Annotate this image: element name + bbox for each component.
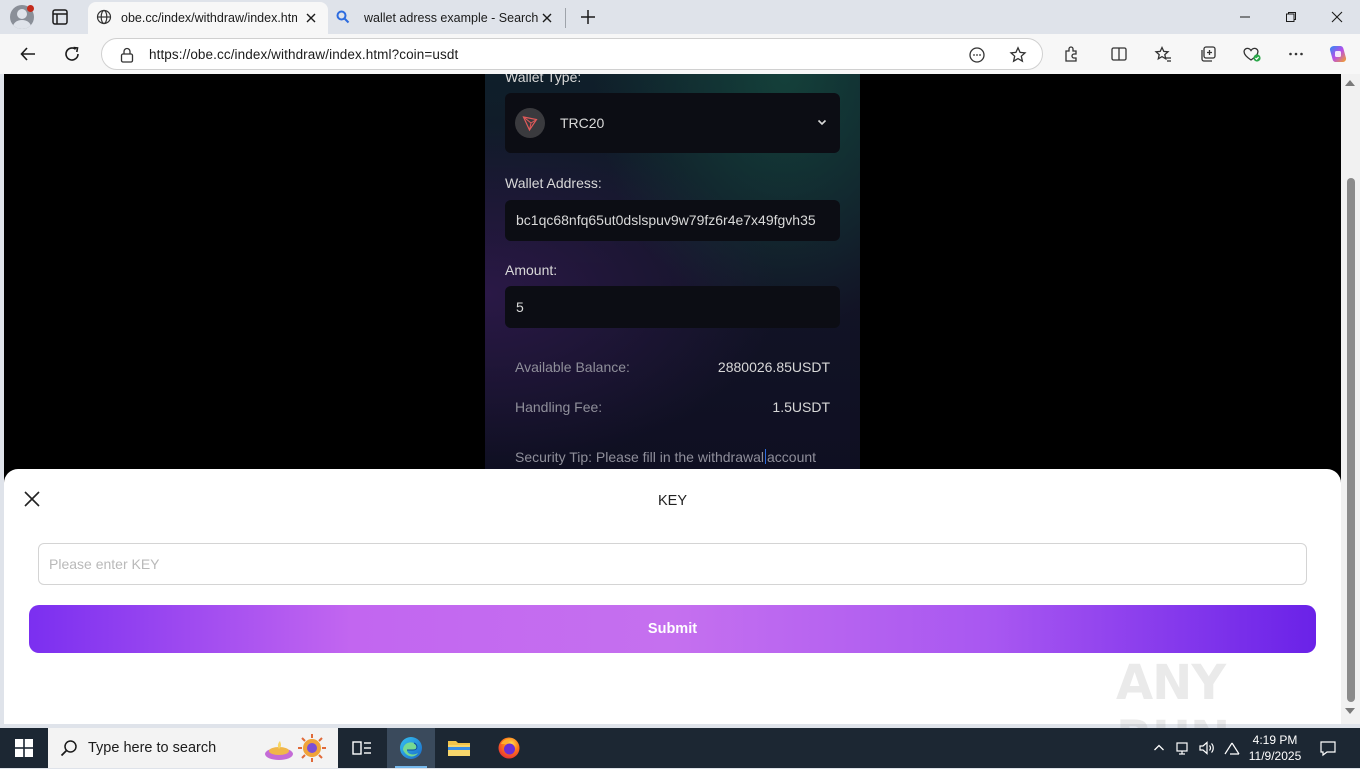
submit-button[interactable]: Submit (29, 605, 1316, 653)
withdraw-panel: Wallet Type: TRC20 Wallet Address: bc1qc… (485, 74, 860, 474)
taskbar-clock[interactable]: 4:19 PM 11/9/2025 (1244, 732, 1306, 764)
copilot-icon[interactable] (1326, 42, 1350, 66)
key-input[interactable] (38, 543, 1307, 585)
available-balance-value: 2880026.85USDT (717, 359, 830, 375)
minimize-icon[interactable] (1222, 0, 1268, 34)
amount-value: 5 (516, 299, 524, 315)
chevron-up-icon[interactable] (1150, 728, 1168, 768)
windows-taskbar: Type here to search 4:19 PM 11/9/2025 (0, 728, 1360, 768)
clock-date: 11/9/2025 (1248, 749, 1302, 763)
network-icon[interactable] (1174, 728, 1192, 768)
taskbar-search-placeholder: Type here to search (88, 740, 217, 756)
url-text: https://obe.cc/index/withdraw/index.html… (149, 47, 459, 62)
handling-fee-row: Handling Fee: 1.5USDT (515, 399, 830, 415)
globe-icon (96, 9, 112, 28)
tron-icon (515, 108, 545, 138)
wallet-type-label: Wallet Type: (505, 74, 582, 85)
search-icon (60, 739, 78, 762)
tab-actions-icon[interactable] (50, 7, 70, 27)
wallet-address-input[interactable]: bc1qc68nfq65ut0dslspuv9w79fz6r4e7x49fgvh… (505, 200, 840, 241)
back-arrow-icon[interactable] (16, 42, 40, 66)
favorites-icon[interactable] (1151, 42, 1175, 66)
close-window-icon[interactable] (1314, 0, 1360, 34)
profile-notification-dot (27, 5, 34, 12)
scroll-thumb[interactable] (1347, 178, 1355, 702)
wallet-type-value: TRC20 (560, 115, 605, 131)
tab-separator (565, 8, 566, 28)
task-view-icon[interactable] (338, 728, 386, 768)
clock-time: 4:19 PM (1252, 733, 1298, 747)
tab-title: wallet adress example - Search (364, 11, 539, 25)
wallet-address-label: Wallet Address: (505, 175, 602, 191)
taskbar-search-box[interactable]: Type here to search (48, 728, 338, 768)
more-icon[interactable] (1284, 42, 1308, 66)
scroll-down-arrow-icon[interactable] (1345, 708, 1355, 714)
plus-icon[interactable] (578, 7, 598, 27)
refresh-icon[interactable] (60, 42, 84, 66)
wallet-type-select[interactable]: TRC20 (505, 93, 840, 153)
edge-icon[interactable] (387, 728, 435, 768)
file-explorer-icon[interactable] (435, 728, 483, 768)
modal-title: KEY (657, 493, 687, 509)
browser-titlebar: obe.cc/index/withdraw/index.htm wallet a… (0, 0, 1360, 34)
close-icon[interactable] (304, 11, 318, 25)
amount-input[interactable]: 5 (505, 286, 840, 328)
performance-icon[interactable] (1240, 42, 1264, 66)
read-aloud-icon[interactable] (968, 46, 986, 64)
windows-logo-icon[interactable] (0, 728, 48, 768)
browser-navbar: https://obe.cc/index/withdraw/index.html… (0, 34, 1360, 74)
collections-icon[interactable] (1196, 42, 1220, 66)
tab-title: obe.cc/index/withdraw/index.htm (121, 11, 297, 25)
star-icon[interactable] (1009, 46, 1027, 64)
key-modal: KEY Submit ANY RUN (4, 469, 1341, 767)
firefox-icon[interactable] (485, 728, 533, 768)
lock-icon[interactable] (120, 47, 134, 68)
scroll-up-arrow-icon[interactable] (1345, 80, 1355, 86)
handling-fee-value: 1.5USDT (772, 399, 830, 415)
chevron-down-icon (816, 115, 828, 131)
wallet-address-value: bc1qc68nfq65ut0dslspuv9w79fz6r4e7x49fgvh… (516, 212, 816, 228)
available-balance-label: Available Balance: (515, 359, 630, 375)
volume-icon[interactable] (1197, 728, 1217, 768)
keyboard-icon[interactable] (1222, 728, 1242, 768)
close-icon[interactable] (540, 11, 554, 25)
tab-withdraw[interactable]: obe.cc/index/withdraw/index.htm (88, 2, 328, 34)
search-icon (336, 10, 350, 27)
split-screen-icon[interactable] (1107, 42, 1131, 66)
notification-icon[interactable] (1314, 728, 1342, 768)
restore-icon[interactable] (1268, 0, 1314, 34)
security-tip: Security Tip: Please fill in the withdra… (515, 449, 816, 465)
tab-search[interactable]: wallet adress example - Search (330, 2, 564, 34)
page-scrollbar[interactable] (1341, 74, 1360, 724)
available-balance-row: Available Balance: 2880026.85USDT (515, 359, 830, 375)
security-tip-text: Security Tip: Please fill in the withdra… (515, 449, 764, 465)
search-highlight-icon (262, 732, 328, 769)
security-tip-text-end: account (767, 449, 817, 465)
address-bar[interactable]: https://obe.cc/index/withdraw/index.html… (101, 38, 1043, 70)
extensions-icon[interactable] (1059, 42, 1083, 66)
amount-label: Amount: (505, 262, 558, 278)
text-cursor (765, 449, 766, 464)
handling-fee-label: Handling Fee: (515, 399, 603, 415)
